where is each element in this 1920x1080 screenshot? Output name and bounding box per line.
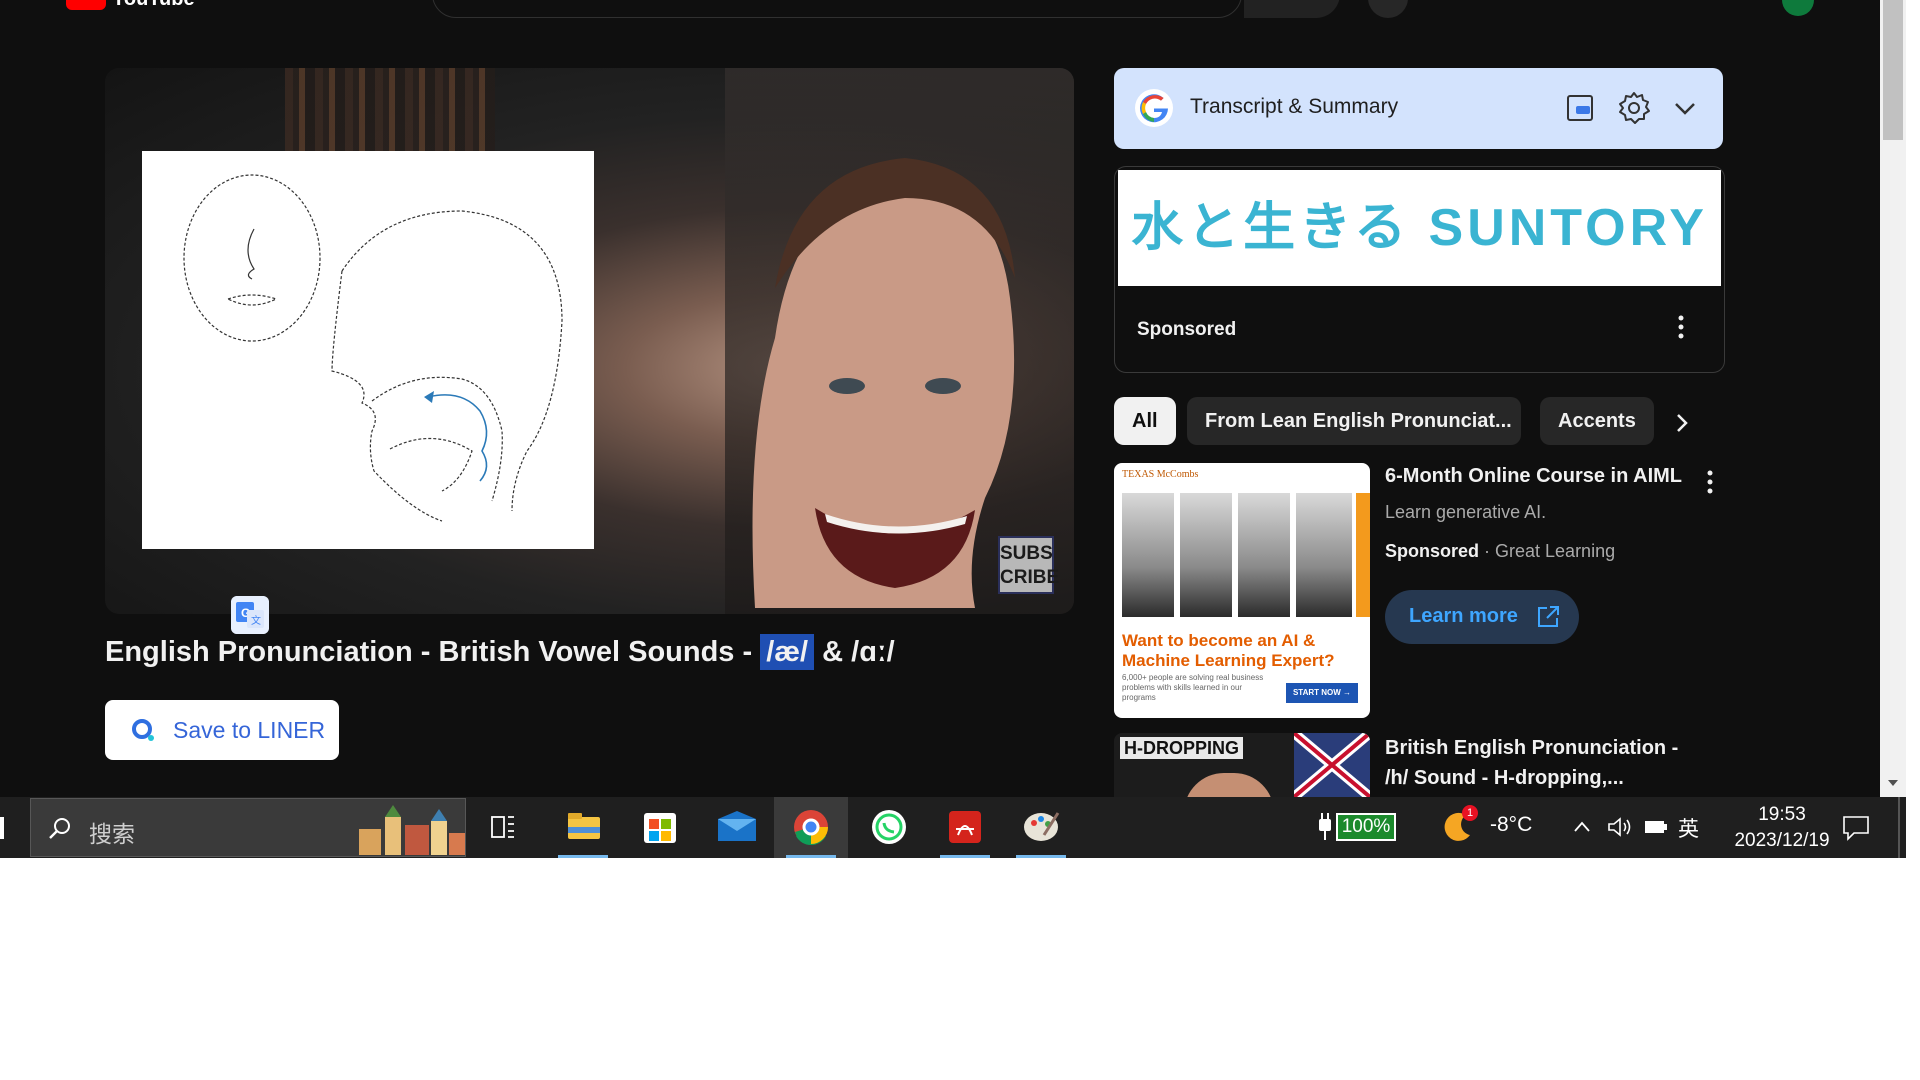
ad-sponsored-label: Sponsored [1137,319,1237,340]
volume-icon[interactable] [1606,815,1632,839]
ad-sponsored-label: Sponsored [1385,541,1480,561]
search-button[interactable] [1244,0,1340,18]
ad-video-thumbnail[interactable]: TEXAS McCombs Want to become an AI & Mac… [1114,463,1370,718]
file-explorer-icon[interactable] [546,797,620,858]
video-title-selected-text[interactable]: /æ/ [760,634,815,670]
page-scrollbar[interactable] [1880,0,1906,797]
chevron-down-icon[interactable] [1670,94,1700,124]
microsoft-store-icon[interactable] [622,797,696,858]
save-to-liner-label: Save to LINER [173,717,326,743]
video-player[interactable]: SUBS CRIBE [105,68,1074,614]
input-method-indicator[interactable]: 英 [1678,813,1699,843]
translate-icon[interactable]: G 文 [231,596,269,634]
windows-taskbar: 搜索 100% 1 -8°C 英 19:53 2023/12/19 [0,797,1906,858]
clock-time[interactable]: 19:53 [1740,804,1824,826]
battery-percentage[interactable]: 100% [1336,813,1396,841]
recommendation-filter-chips: All From Lean English Pronunciat... Acce… [1114,397,1723,445]
video-title-prefix: English Pronunciation - British Vowel So… [105,636,761,668]
notification-center-icon[interactable] [1842,815,1870,841]
video-title-suffix: & /ɑː/ [814,636,895,668]
ad-video-description: Learn generative AI. [1385,502,1547,522]
svg-text:文: 文 [251,614,261,627]
thumbnail-person [1184,773,1274,797]
more-options-icon[interactable] [1705,468,1715,496]
app-running-indicator [558,855,608,858]
video-title[interactable]: British English Pronunciation - /h/ Soun… [1385,733,1705,793]
start-button-edge[interactable] [0,817,4,839]
subscribe-badge[interactable]: SUBS CRIBE [998,536,1060,594]
ad-channel-name: Great Learning [1495,541,1616,561]
mouth-diagram-whiteboard [142,151,594,549]
clock-date[interactable]: 2023/12/19 [1712,830,1852,852]
thumbnail-accent-stripe [1356,493,1370,617]
settings-gear-icon[interactable] [1616,90,1652,126]
presenter-figure [752,158,1015,608]
thumbnail-person [1122,493,1174,617]
sponsored-ad-card[interactable]: 水と生きる SUNTORY Sponsored [1114,166,1725,373]
acrobat-icon[interactable] [928,797,1002,858]
scroll-down-arrow-icon[interactable] [1888,780,1898,786]
thumbnail-brand-text: TEXAS McCombs [1122,469,1199,480]
open-panel-icon[interactable] [1564,92,1596,124]
app-running-indicator [940,855,990,858]
chrome-icon[interactable] [774,797,848,858]
transcript-summary-bar[interactable]: Transcript & Summary [1114,68,1723,149]
temperature-text[interactable]: -8°C [1490,813,1532,837]
show-hidden-icons-caret-icon[interactable] [1572,817,1592,837]
youtube-logo-icon[interactable] [66,0,106,10]
thumbnail-person [1180,493,1232,617]
chip-all[interactable]: All [1114,397,1176,445]
ad-video-title[interactable]: 6-Month Online Course in AIML [1385,465,1682,488]
ad-banner-image[interactable]: 水と生きる SUNTORY [1118,170,1721,286]
save-to-liner-button[interactable]: Save to LINER [105,700,339,760]
thumbnail-headline: Want to become an AI & Machine Learning … [1122,631,1335,670]
account-avatar[interactable] [1782,0,1814,16]
ad-video-meta: Sponsored · Great Learning [1385,541,1615,562]
paint-icon[interactable] [1004,797,1078,858]
thumbnail-badge-text: H-DROPPING [1120,737,1244,759]
transcript-summary-label: Transcript & Summary [1190,95,1399,118]
thumbnail-person [1238,493,1290,617]
mail-icon[interactable] [700,797,774,858]
meta-separator: · [1479,541,1496,561]
google-logo-icon [1135,89,1173,127]
thumbnail-flag-graphic [1294,733,1370,797]
video-title: English Pronunciation - British Vowel So… [105,634,895,670]
task-view-icon[interactable] [466,797,540,858]
app-running-indicator [1016,855,1066,858]
search-input[interactable] [432,0,1242,18]
scrollbar-thumb[interactable] [1883,0,1903,140]
taskbar-search-placeholder: 搜索 [89,821,135,847]
app-running-indicator [786,855,836,858]
more-options-icon[interactable] [1675,313,1687,341]
liner-logo-icon [132,719,154,741]
youtube-topbar: YouTube [0,0,1872,20]
video-thumbnail[interactable]: H-DROPPING [1114,733,1370,797]
youtube-logo-text[interactable]: YouTube [112,0,195,11]
chip-accents[interactable]: Accents [1540,397,1654,445]
search-icon [49,818,70,839]
subscribe-badge-line2: CRIBE [1000,567,1060,588]
learn-more-label: Learn more [1409,605,1518,627]
thumbnail-fine-print: 6,000+ people are solving real business … [1122,673,1264,702]
chip-from-lean-english[interactable]: From Lean English Pronunciat... [1187,397,1521,445]
voice-search-button[interactable] [1368,0,1408,18]
thumbnail-start-button: START NOW → [1286,683,1358,703]
external-link-icon [1538,606,1559,627]
battery-icon[interactable] [1644,819,1668,835]
search-highlight-illustration [349,803,465,855]
browser-viewport: YouTube SUBS [0,0,1906,797]
power-plug-icon[interactable] [1316,811,1334,841]
thumbnail-person [1296,493,1352,617]
whatsapp-icon[interactable] [852,797,926,858]
chevron-right-icon[interactable] [1670,408,1694,438]
learn-more-button[interactable]: Learn more [1385,590,1579,644]
weather-notification-badge: 1 [1462,805,1478,821]
show-desktop-edge[interactable] [1898,797,1900,858]
subscribe-badge-line1: SUBS [1000,543,1053,564]
ad-brand-text: 水と生きる SUNTORY [1131,199,1708,257]
taskbar-search-box[interactable]: 搜索 [30,798,466,857]
